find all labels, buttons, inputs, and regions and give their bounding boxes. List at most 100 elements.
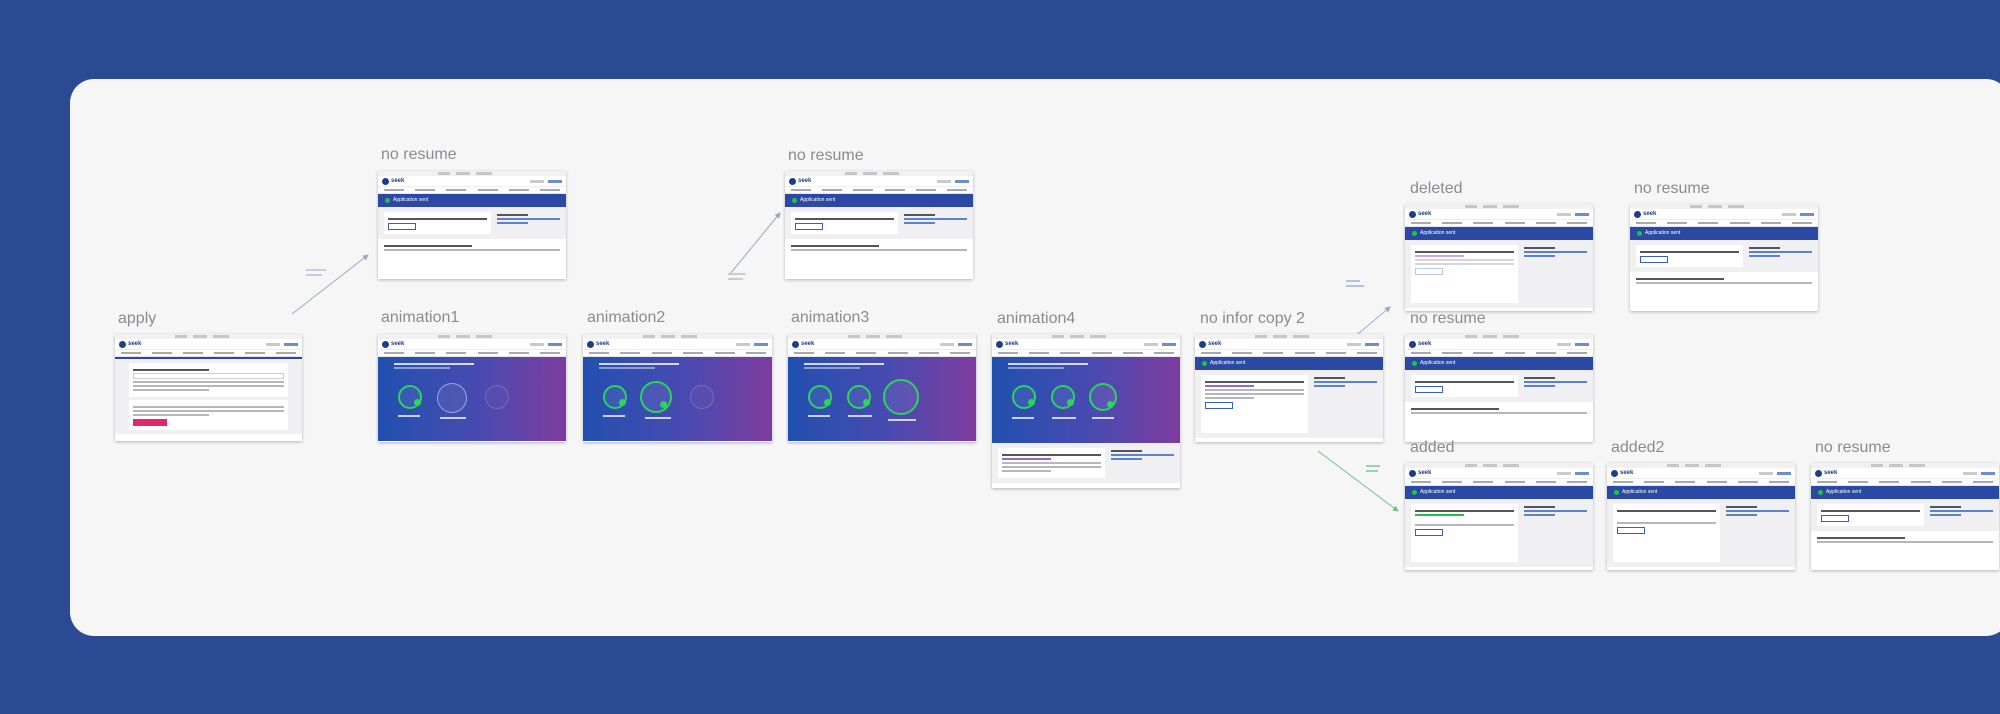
review-profile-button[interactable]	[1640, 256, 1668, 263]
checkmark-icon	[1818, 490, 1823, 495]
arrow-animation2-to-no-resume	[729, 212, 781, 275]
submit-application-button[interactable]	[133, 419, 167, 426]
artboard-deleted[interactable]: seek Application sent	[1405, 204, 1593, 311]
artboard-no-resume[interactable]: seek Application sent	[378, 171, 566, 279]
banner-text: Application sent	[1645, 230, 1681, 236]
checkmark-icon	[1637, 231, 1642, 236]
artboard-no-resume[interactable]: seek Application sent	[1811, 463, 1999, 570]
brand-name: seek	[1418, 341, 1432, 347]
checkmark-icon	[1067, 399, 1074, 406]
connector-note	[1366, 465, 1380, 467]
checkmark-icon	[1412, 490, 1417, 495]
checkmark-icon	[660, 401, 667, 408]
artboard-apply[interactable]: seek	[115, 334, 302, 441]
artboard-animation4[interactable]: seek	[992, 334, 1180, 488]
artboard-animation3[interactable]: seek	[788, 334, 976, 442]
connector-note	[728, 278, 743, 280]
brand-name: seek	[596, 341, 610, 347]
checkmark-icon	[385, 198, 390, 203]
arrow-apply-to-no-resume	[291, 254, 369, 315]
seek-logo-icon	[1409, 210, 1416, 218]
banner-text: Application sent	[393, 197, 429, 203]
review-profile-button[interactable]	[1821, 515, 1849, 522]
banner-text: Application sent	[1826, 489, 1862, 495]
connector-note	[306, 274, 322, 276]
artboard-label-animation4: animation4	[997, 310, 1076, 327]
connector-note	[728, 273, 746, 275]
connector-note	[1346, 280, 1360, 282]
seek-logo-icon	[792, 340, 799, 348]
checkmark-icon	[863, 399, 870, 406]
update-icon	[437, 383, 467, 413]
seek-logo-icon	[789, 177, 796, 185]
artboard-no-resume[interactable]: seek Application sent	[1630, 204, 1818, 311]
seek-logo-icon	[1409, 340, 1416, 348]
seek-logo-icon	[996, 340, 1003, 348]
artboard-label-no-resume: no resume	[1410, 310, 1486, 327]
checkmark-icon	[824, 399, 831, 406]
brand-name: seek	[128, 341, 142, 347]
artboard-label-added2: added2	[1611, 439, 1665, 456]
artboard-no-infor-copy-2[interactable]: seek Application sent	[1195, 334, 1383, 442]
connector-note	[1366, 470, 1378, 472]
banner-text: Application sent	[1210, 360, 1246, 366]
banner-text: Application sent	[1622, 489, 1658, 495]
seek-logo-icon	[1815, 469, 1822, 477]
seek-logo-icon	[1634, 210, 1641, 218]
checkmark-icon	[1107, 401, 1114, 408]
brand-name: seek	[1824, 470, 1838, 476]
brand-name: seek	[1418, 211, 1432, 217]
seek-logo-icon	[1409, 469, 1416, 477]
artboard-label-no-resume: no resume	[1634, 180, 1710, 197]
banner-text: Application sent	[800, 197, 836, 203]
banner-text: Application sent	[1420, 489, 1456, 495]
banner-text: Application sent	[1420, 230, 1456, 236]
connector-note	[306, 269, 326, 271]
checkmark-icon	[1412, 361, 1417, 366]
artboard-label-deleted: deleted	[1410, 180, 1463, 197]
artboard-label-no-infor-copy-2: no infor copy 2	[1200, 310, 1305, 327]
design-canvas: apply seek no resume seek Application se…	[70, 79, 2000, 636]
checkmark-icon	[619, 399, 626, 406]
artboard-label-animation3: animation3	[791, 309, 870, 326]
review-profile-button[interactable]	[1415, 529, 1443, 536]
seek-logo-icon	[382, 340, 389, 348]
artboard-no-resume[interactable]: seek Application sent	[1405, 334, 1593, 442]
artboard-label-no-resume: no resume	[381, 146, 457, 163]
review-profile-button[interactable]	[1415, 386, 1443, 393]
brand-name: seek	[391, 341, 405, 347]
banner-text: Application sent	[1420, 360, 1456, 366]
seek-logo-icon	[382, 177, 389, 185]
artboard-label-animation1: animation1	[381, 309, 460, 326]
brand-name: seek	[1643, 211, 1657, 217]
artboard-animation2[interactable]: seek	[583, 334, 772, 442]
seek-logo-icon	[119, 340, 126, 348]
artboard-added2[interactable]: seek Application sent	[1607, 463, 1795, 570]
brand-name: seek	[798, 178, 812, 184]
review-profile-button[interactable]	[1617, 527, 1645, 534]
checkmark-icon	[792, 198, 797, 203]
checkmark-icon	[1202, 361, 1207, 366]
artboard-no-resume[interactable]: seek Application sent	[785, 171, 973, 279]
review-profile-button[interactable]	[795, 223, 823, 230]
checkmark-icon	[414, 399, 421, 406]
artboard-label-apply: apply	[118, 310, 157, 327]
checkmark-icon	[1028, 399, 1035, 406]
update-profile-button[interactable]	[1205, 402, 1233, 409]
brand-name: seek	[1418, 470, 1432, 476]
checkmark-icon	[1614, 490, 1619, 495]
artboard-added[interactable]: seek Application sent	[1405, 463, 1593, 570]
progress-circle	[883, 379, 919, 415]
arrow-to-added	[1317, 450, 1399, 512]
checkmark-icon	[1412, 231, 1417, 236]
brand-name: seek	[1620, 470, 1634, 476]
artboard-animation1[interactable]: seek	[378, 334, 566, 442]
artboard-label-added: added	[1410, 439, 1455, 456]
seek-logo-icon	[1199, 340, 1206, 348]
brand-name: seek	[1005, 341, 1019, 347]
review-profile-button[interactable]	[388, 223, 416, 230]
seek-logo-icon	[587, 340, 594, 348]
brand-name: seek	[1208, 341, 1222, 347]
connector-note	[1346, 285, 1364, 287]
brand-name: seek	[801, 341, 815, 347]
